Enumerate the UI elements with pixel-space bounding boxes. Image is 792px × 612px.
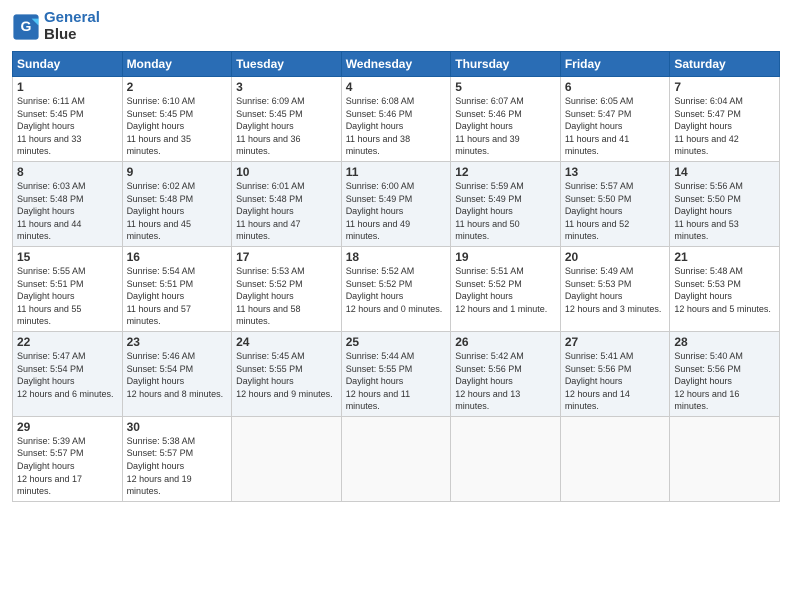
- calendar-cell-12: 12Sunrise: 5:59 AMSunset: 5:49 PMDayligh…: [451, 161, 561, 246]
- logo-icon: G: [12, 13, 40, 41]
- calendar-cell-9: 9Sunrise: 6:02 AMSunset: 5:48 PMDaylight…: [122, 161, 232, 246]
- calendar-cell-empty: [560, 416, 670, 501]
- calendar-week-4: 22Sunrise: 5:47 AMSunset: 5:54 PMDayligh…: [13, 331, 780, 416]
- calendar-week-3: 15Sunrise: 5:55 AMSunset: 5:51 PMDayligh…: [13, 246, 780, 331]
- calendar-cell-30: 30Sunrise: 5:38 AMSunset: 5:57 PMDayligh…: [122, 416, 232, 501]
- column-header-tuesday: Tuesday: [232, 52, 342, 77]
- column-header-friday: Friday: [560, 52, 670, 77]
- calendar-cell-13: 13Sunrise: 5:57 AMSunset: 5:50 PMDayligh…: [560, 161, 670, 246]
- calendar-cell-23: 23Sunrise: 5:46 AMSunset: 5:54 PMDayligh…: [122, 331, 232, 416]
- calendar-cell-26: 26Sunrise: 5:42 AMSunset: 5:56 PMDayligh…: [451, 331, 561, 416]
- calendar-cell-1: 1Sunrise: 6:11 AMSunset: 5:45 PMDaylight…: [13, 77, 123, 162]
- column-header-saturday: Saturday: [670, 52, 780, 77]
- calendar-cell-empty: [341, 416, 451, 501]
- calendar-cell-21: 21Sunrise: 5:48 AMSunset: 5:53 PMDayligh…: [670, 246, 780, 331]
- calendar-cell-5: 5Sunrise: 6:07 AMSunset: 5:46 PMDaylight…: [451, 77, 561, 162]
- calendar-cell-25: 25Sunrise: 5:44 AMSunset: 5:55 PMDayligh…: [341, 331, 451, 416]
- calendar-week-2: 8Sunrise: 6:03 AMSunset: 5:48 PMDaylight…: [13, 161, 780, 246]
- calendar-cell-19: 19Sunrise: 5:51 AMSunset: 5:52 PMDayligh…: [451, 246, 561, 331]
- calendar-cell-29: 29Sunrise: 5:39 AMSunset: 5:57 PMDayligh…: [13, 416, 123, 501]
- page-header: G General Blue: [12, 10, 780, 43]
- calendar-cell-3: 3Sunrise: 6:09 AMSunset: 5:45 PMDaylight…: [232, 77, 342, 162]
- calendar-cell-14: 14Sunrise: 5:56 AMSunset: 5:50 PMDayligh…: [670, 161, 780, 246]
- calendar-cell-7: 7Sunrise: 6:04 AMSunset: 5:47 PMDaylight…: [670, 77, 780, 162]
- calendar-cell-20: 20Sunrise: 5:49 AMSunset: 5:53 PMDayligh…: [560, 246, 670, 331]
- calendar-cell-empty: [232, 416, 342, 501]
- calendar-week-5: 29Sunrise: 5:39 AMSunset: 5:57 PMDayligh…: [13, 416, 780, 501]
- calendar-cell-4: 4Sunrise: 6:08 AMSunset: 5:46 PMDaylight…: [341, 77, 451, 162]
- calendar-cell-18: 18Sunrise: 5:52 AMSunset: 5:52 PMDayligh…: [341, 246, 451, 331]
- calendar-cell-16: 16Sunrise: 5:54 AMSunset: 5:51 PMDayligh…: [122, 246, 232, 331]
- calendar-cell-8: 8Sunrise: 6:03 AMSunset: 5:48 PMDaylight…: [13, 161, 123, 246]
- calendar-cell-2: 2Sunrise: 6:10 AMSunset: 5:45 PMDaylight…: [122, 77, 232, 162]
- calendar-table: SundayMondayTuesdayWednesdayThursdayFrid…: [12, 51, 780, 502]
- page-container: G General Blue SundayMondayTuesdayWednes…: [0, 0, 792, 512]
- calendar-cell-15: 15Sunrise: 5:55 AMSunset: 5:51 PMDayligh…: [13, 246, 123, 331]
- logo-text: General Blue: [44, 10, 100, 43]
- calendar-cell-22: 22Sunrise: 5:47 AMSunset: 5:54 PMDayligh…: [13, 331, 123, 416]
- calendar-cell-empty: [670, 416, 780, 501]
- calendar-cell-empty: [451, 416, 561, 501]
- calendar-cell-27: 27Sunrise: 5:41 AMSunset: 5:56 PMDayligh…: [560, 331, 670, 416]
- calendar-cell-28: 28Sunrise: 5:40 AMSunset: 5:56 PMDayligh…: [670, 331, 780, 416]
- column-header-thursday: Thursday: [451, 52, 561, 77]
- calendar-header-row: SundayMondayTuesdayWednesdayThursdayFrid…: [13, 52, 780, 77]
- column-header-wednesday: Wednesday: [341, 52, 451, 77]
- calendar-body: 1Sunrise: 6:11 AMSunset: 5:45 PMDaylight…: [13, 77, 780, 502]
- calendar-cell-6: 6Sunrise: 6:05 AMSunset: 5:47 PMDaylight…: [560, 77, 670, 162]
- calendar-cell-11: 11Sunrise: 6:00 AMSunset: 5:49 PMDayligh…: [341, 161, 451, 246]
- calendar-cell-24: 24Sunrise: 5:45 AMSunset: 5:55 PMDayligh…: [232, 331, 342, 416]
- calendar-cell-10: 10Sunrise: 6:01 AMSunset: 5:48 PMDayligh…: [232, 161, 342, 246]
- logo: G General Blue: [12, 10, 100, 43]
- calendar-week-1: 1Sunrise: 6:11 AMSunset: 5:45 PMDaylight…: [13, 77, 780, 162]
- column-header-sunday: Sunday: [13, 52, 123, 77]
- svg-text:G: G: [21, 18, 32, 34]
- column-header-monday: Monday: [122, 52, 232, 77]
- calendar-cell-17: 17Sunrise: 5:53 AMSunset: 5:52 PMDayligh…: [232, 246, 342, 331]
